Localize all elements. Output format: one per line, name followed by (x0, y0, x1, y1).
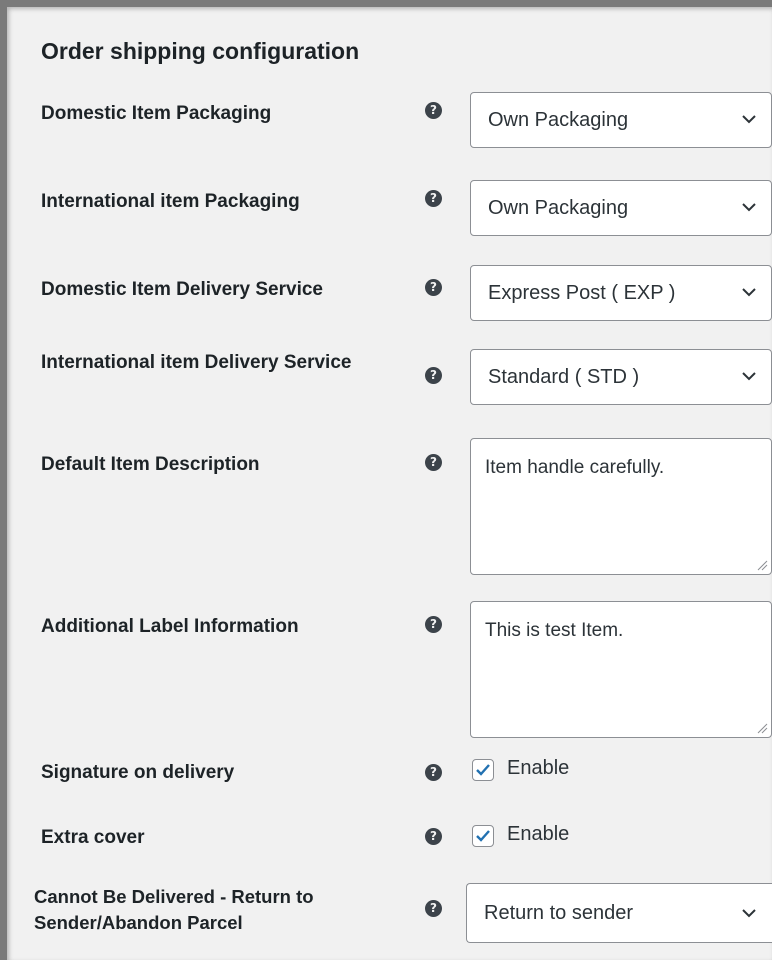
checkmark-icon (476, 830, 490, 842)
chevron-down-icon (742, 288, 756, 297)
domestic-delivery-service-help-icon[interactable]: ? (425, 279, 442, 296)
signature-on-delivery-label: Signature on delivery (41, 762, 235, 783)
domestic-delivery-service-select[interactable]: Express Post ( EXP ) (470, 265, 772, 321)
undeliverable-action-selected-value: Return to sender (484, 902, 633, 924)
chevron-down-icon (742, 909, 756, 918)
section-title: Order shipping configuration (41, 38, 360, 64)
international-delivery-service-label: International item Delivery Service (41, 352, 352, 373)
international-packaging-selected-value: Own Packaging (488, 197, 629, 219)
domestic-packaging-label: Domestic Item Packaging (41, 103, 272, 124)
settings-panel: Order shipping configuration Domestic It… (0, 0, 772, 960)
extra-cover-checkbox[interactable] (472, 825, 494, 847)
international-delivery-service-select[interactable]: Standard ( STD ) (470, 349, 772, 405)
additional-label-information-value: This is test Item. (485, 620, 624, 641)
international-packaging-help-icon[interactable]: ? (425, 190, 442, 207)
extra-cover-help-icon[interactable]: ? (425, 828, 442, 845)
signature-on-delivery-option-label[interactable]: Enable (507, 757, 569, 780)
undeliverable-action-select[interactable]: Return to sender (466, 883, 772, 943)
undeliverable-action-help-icon[interactable]: ? (425, 900, 442, 917)
resize-grip-icon[interactable] (756, 722, 768, 734)
international-delivery-service-help-icon[interactable]: ? (425, 367, 442, 384)
domestic-delivery-service-selected-value: Express Post ( EXP ) (488, 282, 676, 304)
extra-cover-label: Extra cover (41, 827, 145, 848)
undeliverable-action-label: Cannot Be Delivered - Return to Sender/A… (34, 886, 314, 933)
chevron-down-icon (742, 372, 756, 381)
domestic-packaging-selected-value: Own Packaging (488, 109, 629, 131)
domestic-delivery-service-label: Domestic Item Delivery Service (41, 279, 323, 300)
default-item-description-value: Item handle carefully. (485, 457, 665, 478)
additional-label-information-textarea[interactable]: This is test Item. (470, 601, 772, 738)
resize-grip-icon[interactable] (756, 559, 768, 571)
international-packaging-select[interactable]: Own Packaging (470, 180, 772, 236)
domestic-packaging-select[interactable]: Own Packaging (470, 92, 772, 148)
extra-cover-option-label[interactable]: Enable (507, 823, 569, 846)
domestic-packaging-help-icon[interactable]: ? (425, 102, 442, 119)
default-item-description-help-icon[interactable]: ? (425, 454, 442, 471)
checkmark-icon (476, 764, 490, 776)
international-delivery-service-selected-value: Standard ( STD ) (488, 366, 640, 388)
signature-on-delivery-help-icon[interactable]: ? (425, 764, 442, 781)
default-item-description-textarea[interactable]: Item handle carefully. (470, 438, 772, 575)
additional-label-information-label: Additional Label Information (41, 616, 299, 637)
signature-on-delivery-checkbox[interactable] (472, 759, 494, 781)
chevron-down-icon (742, 115, 756, 124)
international-packaging-label: International item Packaging (41, 191, 300, 212)
chevron-down-icon (742, 203, 756, 212)
additional-label-information-help-icon[interactable]: ? (425, 616, 442, 633)
default-item-description-label: Default Item Description (41, 454, 260, 475)
